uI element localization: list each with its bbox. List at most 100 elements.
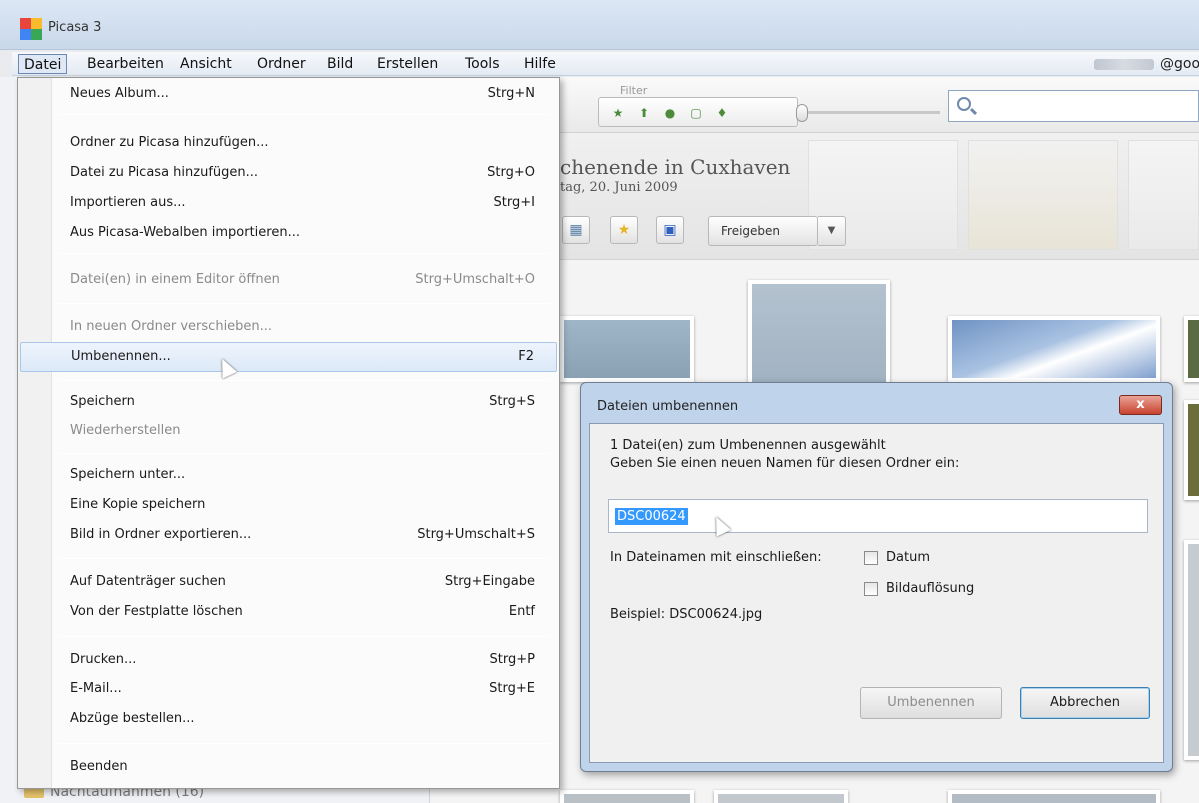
menu-item-save-as[interactable]: Speichern unter...: [20, 463, 557, 489]
photo-thumbnail[interactable]: [948, 790, 1160, 803]
menu-item-save-copy[interactable]: Eine Kopie speichern: [20, 493, 557, 519]
menu-item-import-webalbums[interactable]: Aus Picasa-Webalben importieren...: [20, 221, 557, 247]
photo-thumbnail[interactable]: [714, 790, 848, 803]
menu-item-locate-on-disk[interactable]: Auf Datenträger suchen Strg+Eingabe: [20, 570, 557, 596]
menu-item-add-folder[interactable]: Ordner zu Picasa hinzufügen...: [20, 131, 557, 157]
cancel-button[interactable]: Abbrechen: [1020, 687, 1150, 719]
menu-item-shortcut: Strg+N: [487, 86, 535, 101]
menu-item-shortcut: Strg+I: [493, 195, 535, 210]
photo-thumbnail[interactable]: [1184, 316, 1199, 382]
menu-item-import[interactable]: Importieren aus... Strg+I: [20, 191, 557, 217]
menu-bild[interactable]: Bild: [322, 54, 358, 74]
resolution-checkbox[interactable]: [864, 582, 878, 596]
menu-tools[interactable]: Tools: [460, 54, 505, 74]
menu-separator: [58, 303, 550, 304]
include-in-filename-label: In Dateinamen mit einschließen:: [610, 550, 822, 565]
menu-item-label: Importieren aus...: [70, 195, 186, 210]
slideshow-icon[interactable]: ▦: [562, 216, 590, 244]
menu-item-label: Auf Datenträger suchen: [70, 574, 226, 589]
photo-thumbnail[interactable]: [1184, 540, 1199, 760]
album-title: chenende in Cuxhaven: [560, 155, 791, 179]
menu-bearbeiten[interactable]: Bearbeiten: [82, 54, 169, 74]
menu-item-open-in-editor: Datei(en) in einem Editor öffnen Strg+Um…: [20, 268, 557, 294]
search-icon: [957, 97, 971, 111]
menu-item-rename[interactable]: Umbenennen... F2: [20, 342, 557, 372]
menu-item-label: Drucken...: [70, 652, 137, 667]
menu-item-new-album[interactable]: Neues Album... Strg+N: [20, 82, 557, 108]
menu-item-shortcut: Strg+Umschalt+S: [417, 527, 535, 542]
date-filter-slider-handle[interactable]: [796, 104, 808, 122]
instruction-text: Geben Sie einen neuen Namen für diesen O…: [610, 456, 960, 471]
geotag-filter-icon[interactable]: ♦: [714, 105, 730, 121]
menu-item-label: Aus Picasa-Webalben importieren...: [70, 225, 300, 240]
menu-separator: [58, 453, 550, 454]
album-date: tag, 20. Juni 2009: [560, 180, 678, 195]
menu-item-delete-from-disk[interactable]: Von der Festplatte löschen Entf: [20, 600, 557, 626]
search-input[interactable]: [948, 90, 1199, 122]
dialog-close-button[interactable]: x: [1119, 395, 1162, 415]
date-checkbox-label: Datum: [886, 550, 930, 565]
menu-item-label: Datei(en) in einem Editor öffnen: [70, 272, 280, 287]
photo-thumbnail[interactable]: [1184, 400, 1199, 500]
selection-count-text: 1 Datei(en) zum Umbenennen ausgewählt: [610, 438, 886, 453]
upload-filter-icon[interactable]: ⬆: [636, 105, 652, 121]
menu-item-label: Datei zu Picasa hinzufügen...: [70, 165, 259, 180]
filter-label: Filter: [620, 84, 648, 97]
photo-thumbnail[interactable]: [560, 790, 694, 803]
menu-item-restore: Wiederherstellen: [20, 419, 557, 445]
star-icon[interactable]: ★: [610, 216, 638, 244]
title-bar: Picasa 3: [0, 0, 1199, 50]
account-name-blurred: [1094, 59, 1154, 70]
menu-hilfe[interactable]: Hilfe: [519, 54, 561, 74]
menu-item-print[interactable]: Drucken... Strg+P: [20, 648, 557, 674]
menu-item-email[interactable]: E-Mail... Strg+E: [20, 677, 557, 703]
menu-item-save[interactable]: Speichern Strg+S: [20, 390, 557, 416]
menu-item-exit[interactable]: Beenden: [20, 755, 557, 781]
menu-separator: [58, 636, 550, 637]
account-email[interactable]: @goog: [1160, 54, 1199, 74]
date-checkbox[interactable]: [864, 551, 878, 565]
file-menu-dropdown: Neues Album... Strg+N Ordner zu Picasa h…: [17, 77, 560, 789]
menu-separator: [58, 253, 550, 254]
menu-ordner[interactable]: Ordner: [252, 54, 311, 74]
photo-thumbnail[interactable]: [560, 316, 694, 382]
menu-separator: [58, 743, 550, 744]
movie-filter-icon[interactable]: ▢: [688, 105, 704, 121]
person-filter-icon[interactable]: ●: [662, 105, 678, 121]
album-header-thumbnail: [1128, 140, 1199, 250]
menu-item-shortcut: Strg+Eingabe: [444, 574, 535, 589]
filename-example: Beispiel: DSC00624.jpg: [610, 607, 763, 622]
rename-files-dialog: Dateien umbenennen x 1 Datei(en) zum Umb…: [580, 382, 1173, 772]
rename-button[interactable]: Umbenennen: [860, 687, 1002, 719]
menu-item-add-file[interactable]: Datei zu Picasa hinzufügen... Strg+O: [20, 161, 557, 187]
share-button[interactable]: Freigeben: [708, 216, 818, 246]
menu-item-move-to-folder: In neuen Ordner verschieben...: [20, 315, 557, 341]
menu-item-shortcut: Strg+S: [489, 394, 535, 409]
menu-item-order-prints[interactable]: Abzüge bestellen...: [20, 707, 557, 733]
menu-erstellen[interactable]: Erstellen: [372, 54, 443, 74]
menu-datei[interactable]: Datei: [18, 54, 68, 74]
menu-item-label: Ordner zu Picasa hinzufügen...: [70, 135, 269, 150]
menu-item-label: Von der Festplatte löschen: [70, 604, 243, 619]
menu-item-shortcut: Strg+Umschalt+O: [415, 272, 535, 287]
picasa-logo-icon: [20, 18, 42, 40]
photo-thumbnail[interactable]: [948, 316, 1160, 382]
menu-item-label: Speichern unter...: [70, 467, 186, 482]
menu-item-export-to-folder[interactable]: Bild in Ordner exportieren... Strg+Umsch…: [20, 523, 557, 549]
menu-item-shortcut: Strg+P: [489, 652, 535, 667]
dialog-title: Dateien umbenennen: [597, 399, 739, 414]
menu-item-label: In neuen Ordner verschieben...: [70, 319, 273, 334]
menu-ansicht[interactable]: Ansicht: [175, 54, 237, 74]
menu-item-shortcut: Strg+E: [489, 681, 535, 696]
save-icon[interactable]: ▣: [656, 216, 684, 244]
menu-item-label: Bild in Ordner exportieren...: [70, 527, 252, 542]
menu-separator: [58, 558, 550, 559]
share-dropdown-icon[interactable]: ▼: [818, 216, 846, 246]
photo-thumbnail[interactable]: [748, 280, 890, 398]
date-filter-slider-track: [800, 111, 940, 114]
resolution-checkbox-label: Bildauflösung: [886, 581, 975, 596]
menu-item-label: Neues Album...: [70, 86, 169, 101]
star-filter-icon[interactable]: ★: [610, 105, 626, 121]
menu-item-shortcut: Strg+O: [487, 165, 535, 180]
new-name-input[interactable]: DSC00624: [608, 499, 1148, 533]
